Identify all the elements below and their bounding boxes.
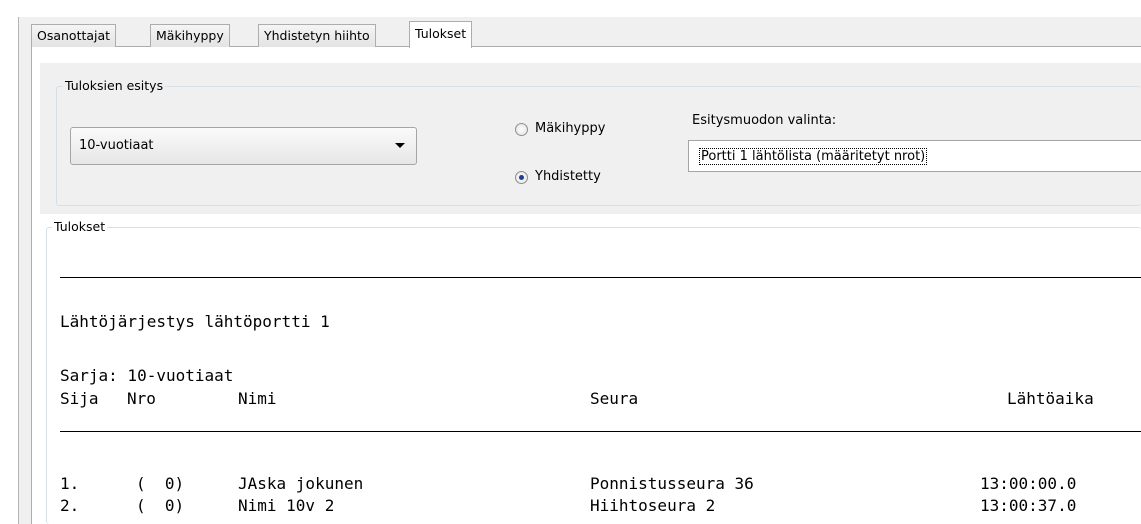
radio-selected-icon [515,171,528,184]
series-dropdown-value: 10-vuotiaat [79,138,154,153]
radio-yhdistetty-label: Yhdistetty [535,169,601,184]
col-header-lahtoaika: Lähtöaika [1007,389,1094,408]
row-2-seura: Hiihtoseura 2 [590,496,716,515]
left-divider [18,0,19,524]
tab-osanottajat[interactable]: Osanottajat [31,24,117,47]
chevron-down-icon [395,143,405,148]
tab-makihyppy[interactable]: Mäkihyppy [150,24,230,47]
format-label: Esitysmuodon valinta: [692,113,837,128]
results-group-legend: Tulokset [52,219,108,235]
separator-line [60,431,1141,432]
col-header-nro: Nro [127,389,156,408]
radio-empty-icon [515,123,528,136]
col-header-seura: Seura [590,389,639,408]
row-2-lahtoaika: 13:00:37.0 [980,496,1077,515]
row-2-nro: ( 0) [136,496,185,515]
format-list[interactable]: Portti 1 lähtölista (määritetyt nrot) [688,140,1141,172]
tab-tulokset[interactable]: Tulokset [409,21,473,48]
format-list-selected-item[interactable]: Portti 1 lähtölista (määritetyt nrot) [699,148,928,165]
tab-yhdistetyn-hiihto[interactable]: Yhdistetyn hiihto [258,24,376,47]
col-header-sija: Sija [60,389,99,408]
row-1-sija: 1. [60,474,80,493]
results-heading: Lähtöjärjestys lähtöportti 1 [60,312,330,331]
application-window: Osanottajat Mäkihyppy Yhdistetyn hiihto … [0,0,1141,524]
row-1-nimi: JAska jokunen [238,474,364,493]
radio-makihyppy-label: Mäkihyppy [535,121,606,136]
top-margin [18,0,1141,17]
row-1-seura: Ponnistusseura 36 [590,474,754,493]
separator-line [60,277,1141,278]
row-2-sija: 2. [60,496,80,515]
col-header-nimi: Nimi [238,389,277,408]
series-dropdown[interactable]: 10-vuotiaat [70,127,417,165]
left-margin [0,0,18,524]
row-1-lahtoaika: 13:00:00.0 [980,474,1077,493]
row-2-nimi: Nimi 10v 2 [238,496,335,515]
display-group-legend: Tuloksien esitys [63,78,166,94]
tab-strip: Osanottajat Mäkihyppy Yhdistetyn hiihto … [31,21,1141,48]
series-line: Sarja: 10-vuotiaat [60,366,234,385]
row-1-nro: ( 0) [136,474,185,493]
